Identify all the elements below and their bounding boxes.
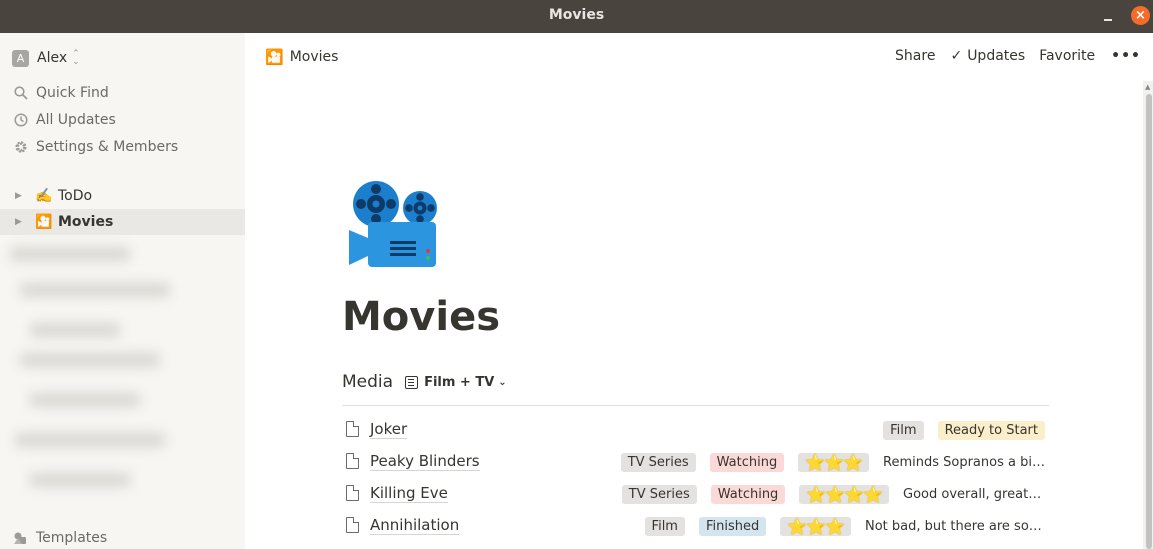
- item-title[interactable]: Joker: [370, 421, 408, 439]
- rating-stars: ⭐⭐⭐: [798, 452, 869, 472]
- divider: [342, 405, 1049, 406]
- topbar-actions: Share ✓ Updates Favorite •••: [881, 48, 1141, 64]
- cinema-icon: 🎦: [35, 214, 53, 230]
- page-doc-icon: [346, 453, 359, 469]
- check-icon: ✓: [950, 48, 963, 64]
- item-properties: Film Ready to Start: [869, 420, 1045, 440]
- breadcrumb-label: Movies: [289, 49, 339, 65]
- page-title[interactable]: Movies: [342, 294, 500, 340]
- list-item[interactable]: Annihilation Film Finished ⭐⭐⭐ Not bad, …: [342, 510, 1049, 542]
- rating-stars: ⭐⭐⭐: [780, 516, 851, 536]
- expand-triangle-icon[interactable]: ▶: [15, 217, 25, 227]
- sidebar-item-settings[interactable]: Settings & Members: [0, 134, 245, 160]
- status-badge: Watching: [709, 452, 785, 472]
- status-badge: Finished: [698, 516, 767, 536]
- view-selector[interactable]: Film + TV ⌄: [405, 375, 507, 390]
- workspace-switcher[interactable]: A Alex ⌃ ⌄: [0, 45, 245, 71]
- notes-text: Good overall, great s...: [903, 486, 1045, 502]
- item-title[interactable]: Peaky Blinders: [370, 453, 480, 471]
- list-view-icon: [405, 375, 419, 389]
- page-icon[interactable]: [346, 178, 440, 270]
- close-button[interactable]: ×: [1131, 6, 1150, 25]
- workspace-name: Alex: [37, 50, 68, 66]
- page-doc-icon: [346, 517, 359, 533]
- database-title[interactable]: Media: [342, 372, 393, 392]
- cinema-icon: 🎦: [265, 48, 284, 66]
- page-doc-icon: [346, 485, 359, 501]
- blurred-sidebar-pages: [0, 243, 230, 513]
- cinema-emoji-icon: [349, 181, 437, 267]
- page-doc-icon: [346, 421, 359, 437]
- share-button[interactable]: Share: [895, 48, 935, 64]
- rating-stars: ⭐⭐⭐⭐: [799, 484, 889, 504]
- favorite-button[interactable]: Favorite: [1039, 48, 1095, 64]
- sidebar-item-label: Settings & Members: [36, 139, 179, 155]
- chevron-down-icon: ⌄: [498, 376, 507, 388]
- type-tag: Film: [883, 420, 924, 440]
- window-title: Movies: [548, 7, 605, 23]
- search-icon: [13, 86, 28, 101]
- type-tag: Film: [644, 516, 685, 536]
- chevron-updown-icon: ⌃ ⌄: [72, 49, 80, 67]
- sidebar-item-templates[interactable]: Templates: [13, 530, 107, 546]
- list-item[interactable]: Peaky Blinders TV Series Watching ⭐⭐⭐ Re…: [342, 446, 1049, 478]
- minimize-button[interactable]: [1098, 8, 1118, 26]
- topbar: 🎦 Movies Share ✓ Updates Favorite •••: [245, 33, 1153, 81]
- sidebar-item-label: Templates: [36, 530, 108, 546]
- avatar: A: [12, 49, 29, 67]
- item-properties: Film Finished ⭐⭐⭐ Not bad, but there are…: [631, 516, 1045, 536]
- notes-text: Reminds Sopranos a bit,...: [883, 454, 1045, 470]
- writing-hand-icon: ✍️: [35, 188, 53, 204]
- item-title[interactable]: Annihilation: [370, 517, 460, 535]
- scroll-up-arrow-icon[interactable]: ▲: [1145, 83, 1150, 91]
- breadcrumb[interactable]: 🎦 Movies: [265, 48, 338, 66]
- sidebar-item-all-updates[interactable]: All Updates: [0, 107, 245, 133]
- list-item[interactable]: Killing Eve TV Series Watching ⭐⭐⭐⭐ Good…: [342, 478, 1049, 510]
- item-title[interactable]: Killing Eve: [370, 485, 448, 503]
- type-tag: TV Series: [620, 452, 696, 472]
- database-header: Media Film + TV ⌄: [342, 372, 507, 392]
- sidebar-item-label: Quick Find: [36, 85, 109, 101]
- sidebar-item-todo[interactable]: ▶ ✍️ ToDo: [0, 183, 245, 209]
- sidebar-item-quick-find[interactable]: Quick Find: [0, 80, 245, 106]
- gear-icon: [13, 140, 28, 155]
- view-name: Film + TV: [424, 374, 495, 390]
- sidebar-item-label: All Updates: [36, 112, 116, 128]
- sidebar-item-label: Movies: [58, 214, 114, 230]
- clock-icon: [13, 113, 28, 128]
- sidebar-item-label: ToDo: [58, 188, 93, 204]
- more-options-icon[interactable]: •••: [1111, 48, 1141, 64]
- expand-triangle-icon[interactable]: ▶: [15, 191, 25, 201]
- updates-button[interactable]: Updates: [967, 48, 1025, 64]
- type-tag: TV Series: [621, 484, 697, 504]
- window-titlebar: Movies ×: [0, 0, 1153, 33]
- templates-icon: [13, 531, 28, 545]
- sidebar: A Alex ⌃ ⌄ Quick Find All Updates Setting…: [0, 33, 245, 549]
- sidebar-item-movies[interactable]: ▶ 🎦 Movies: [0, 209, 245, 235]
- scrollbar-thumb[interactable]: [1146, 94, 1152, 549]
- item-properties: TV Series Watching ⭐⭐⭐⭐ Good overall, gr…: [608, 484, 1045, 504]
- list-item[interactable]: Joker Film Ready to Start: [342, 414, 1049, 446]
- status-badge: Ready to Start: [937, 420, 1045, 440]
- item-properties: TV Series Watching ⭐⭐⭐ Reminds Sopranos …: [607, 452, 1045, 472]
- notes-text: Not bad, but there are som...: [865, 518, 1045, 534]
- status-badge: Watching: [710, 484, 786, 504]
